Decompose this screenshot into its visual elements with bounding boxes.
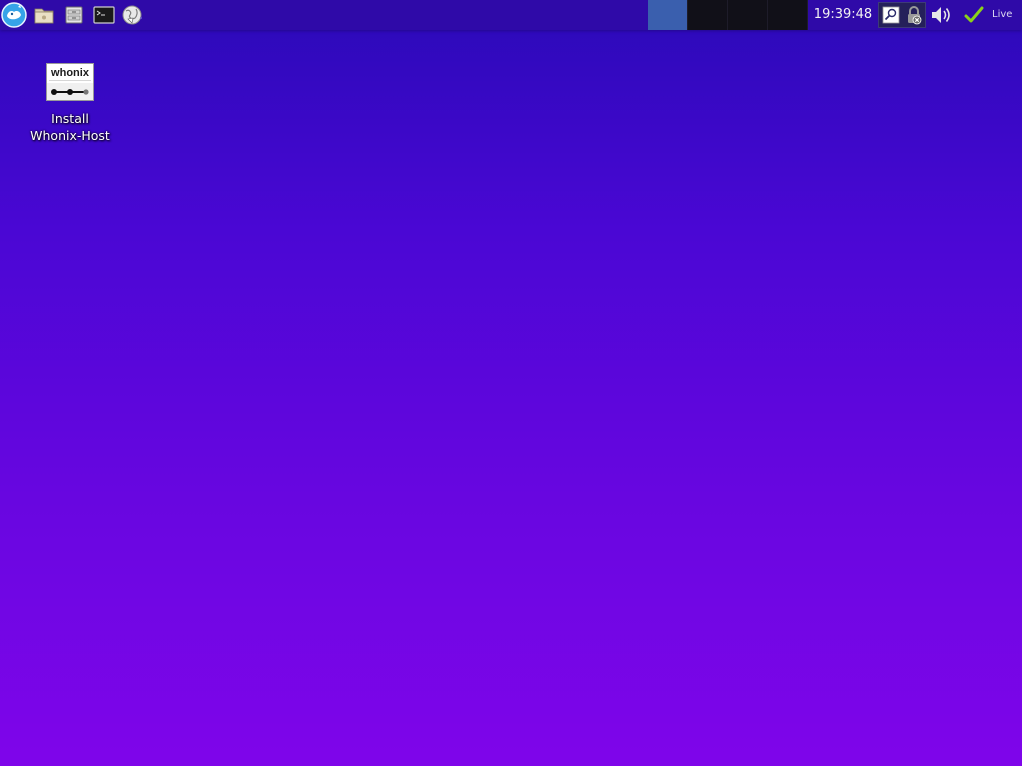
desktop-icon-label-line2: Whonix-Host xyxy=(30,128,110,143)
tray-item-search[interactable] xyxy=(881,5,901,25)
system-tray xyxy=(878,2,926,28)
file-cabinet-icon xyxy=(65,6,83,24)
desktop-icon-label-line1: Install xyxy=(51,111,89,126)
desktop-icon-label: Install Whonix-Host xyxy=(20,110,120,144)
workspace-4[interactable] xyxy=(768,0,808,30)
file-manager-button[interactable] xyxy=(31,2,57,28)
status-check-button[interactable] xyxy=(963,5,985,25)
tray-item-lock[interactable] xyxy=(904,5,924,25)
whonix-logo-text: whonix xyxy=(50,67,90,79)
file-cabinet-button[interactable] xyxy=(61,2,87,28)
checkmark-icon xyxy=(964,6,984,23)
terminal-button[interactable] xyxy=(91,2,117,28)
workspace-3[interactable] xyxy=(728,0,768,30)
desktop-icon-install-whonix-host[interactable]: whonix Install Whonix-Host xyxy=(20,60,120,144)
speaker-icon xyxy=(932,7,950,23)
whonix-logo-icon: whonix xyxy=(46,63,94,101)
top-panel: 19:39:48 Live xyxy=(0,0,1022,30)
web-browser-button[interactable] xyxy=(120,2,146,28)
workspace-1[interactable] xyxy=(648,0,688,30)
web-browser-icon xyxy=(122,5,142,25)
app-menu-icon xyxy=(1,2,27,28)
lock-icon xyxy=(907,6,921,25)
terminal-icon xyxy=(93,6,115,24)
workspace-2[interactable] xyxy=(688,0,728,30)
file-manager-icon xyxy=(34,8,54,24)
panel-clock[interactable]: 19:39:48 xyxy=(808,0,878,30)
app-menu-button[interactable] xyxy=(1,2,27,28)
volume-button[interactable] xyxy=(929,4,953,26)
magnifier-icon xyxy=(882,6,899,24)
live-label: Live xyxy=(992,9,1013,20)
workspace-switcher xyxy=(648,0,808,30)
